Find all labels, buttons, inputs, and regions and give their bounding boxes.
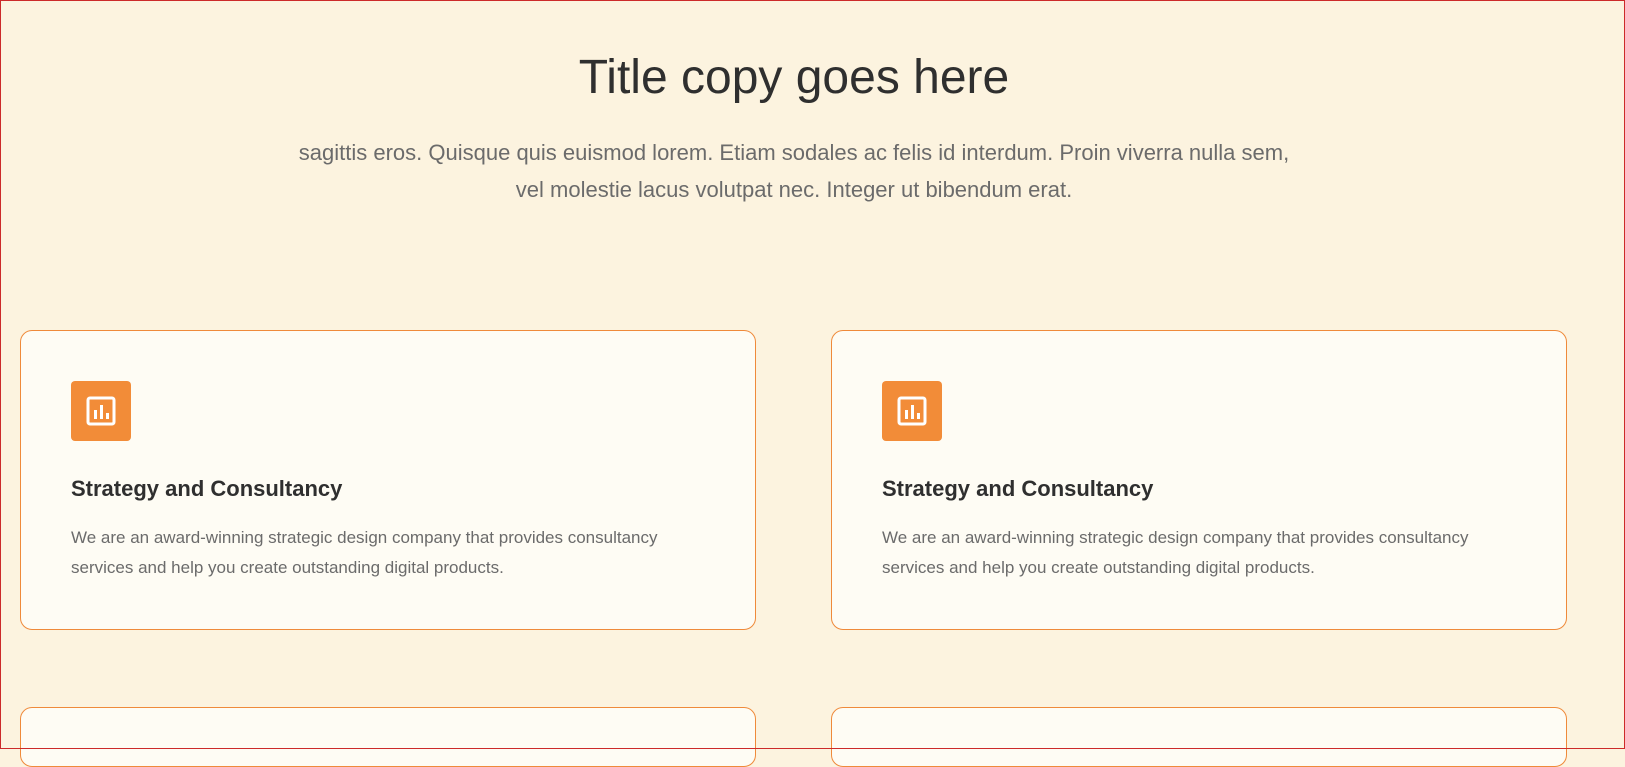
service-card-partial (20, 707, 756, 767)
card-description: We are an award-winning strategic design… (882, 528, 1469, 577)
service-card-partial (831, 707, 1567, 767)
service-card: Strategy and Consultancy We are an award… (20, 330, 756, 630)
card-description: We are an award-winning strategic design… (71, 528, 658, 577)
bar-chart-icon (71, 381, 131, 441)
card-title: Strategy and Consultancy (882, 476, 1154, 501)
bar-chart-icon (882, 381, 942, 441)
page-title: Title copy goes here (578, 51, 1010, 104)
page-subtitle: sagittis eros. Quisque quis euismod lore… (298, 140, 1290, 202)
service-card: Strategy and Consultancy We are an award… (831, 330, 1567, 630)
card-title: Strategy and Consultancy (71, 476, 343, 501)
